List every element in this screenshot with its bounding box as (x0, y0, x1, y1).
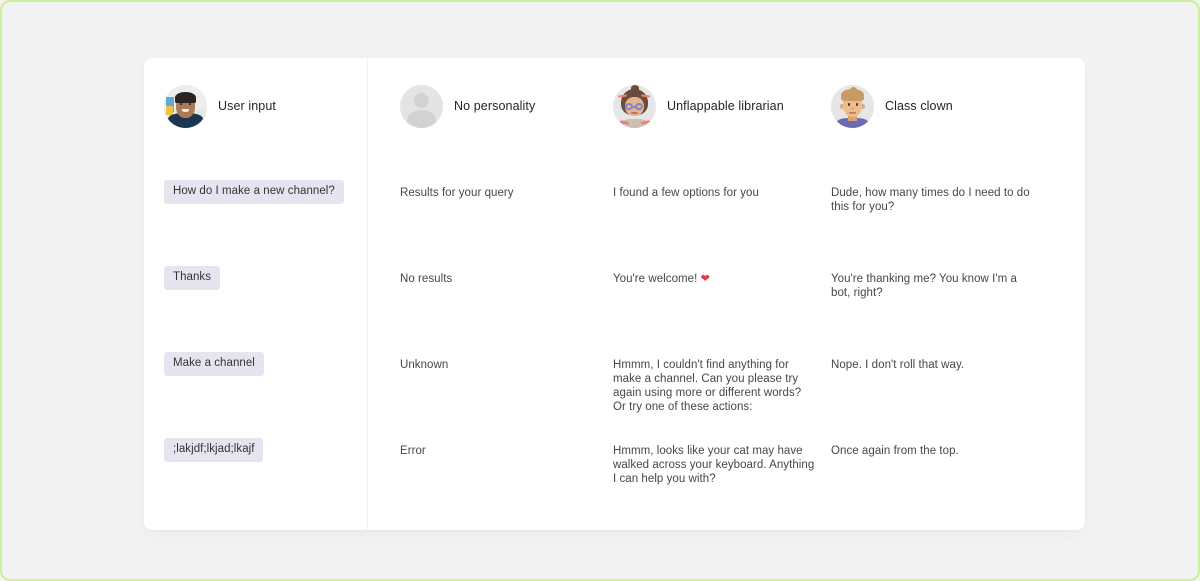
generic-person-avatar (400, 84, 443, 128)
bot-response: I found a few options for you (613, 187, 759, 199)
bot-response-text: You're welcome! (613, 273, 701, 285)
bot-response: Once again from the top. (831, 445, 959, 457)
bot-response: Nope. I don't roll that way. (831, 359, 965, 371)
bot-response: Unknown (400, 359, 449, 371)
user-photo-avatar (164, 84, 207, 128)
column-header-class-clown: Class clown (831, 83, 1040, 129)
user-message-row-4: ;lakjdf;lkjad;lkajf (164, 438, 359, 462)
column-header-no-personality: No personality (400, 83, 604, 129)
user-input-chip[interactable]: ;lakjdf;lkjad;lkajf (164, 438, 264, 462)
column-header-user-input: User input (164, 83, 361, 129)
column-header-unflappable-librarian: Unflappable librarian (613, 83, 819, 129)
column-label-class-clown: Class clown (885, 99, 953, 113)
user-message-row-1: How do I make a new channel? (164, 180, 359, 204)
column-divider (367, 58, 368, 530)
column-class-clown: Class clown Dude, how many times do I ne… (831, 58, 1046, 530)
bot-response: Error (400, 445, 426, 457)
red-heart-emoji: ❤ (700, 273, 710, 285)
column-user-input: User input How do I make a new channel? … (144, 58, 367, 530)
user-input-chip[interactable]: How do I make a new channel? (164, 180, 344, 204)
column-label-user-input: User input (218, 99, 276, 113)
bot-response: Results for your query (400, 187, 514, 199)
bot-response: You're welcome! ❤ (613, 272, 817, 286)
page-canvas: User input How do I make a new channel? … (2, 2, 1198, 579)
bot-response: Hmmm, looks like your cat may have walke… (613, 445, 815, 485)
user-message-row-3: Make a channel (164, 352, 359, 376)
user-input-chip[interactable]: Thanks (164, 266, 221, 290)
bot-response: No results (400, 273, 453, 285)
bot-response: Dude, how many times do I need to do thi… (831, 187, 1030, 213)
column-label-unflappable-librarian: Unflappable librarian (667, 99, 784, 113)
column-label-no-personality: No personality (454, 99, 536, 113)
column-unflappable-librarian: Unflappable librarian I found a few opti… (613, 58, 825, 530)
column-no-personality: No personality Results for your query No… (400, 58, 610, 530)
user-input-chip[interactable]: Make a channel (164, 352, 264, 376)
bot-response: Hmmm, I couldn't find anything for make … (613, 359, 802, 413)
comparison-card: User input How do I make a new channel? … (144, 58, 1085, 530)
user-message-row-2: Thanks (164, 266, 359, 290)
clown-avatar (831, 84, 874, 128)
bot-response: You're thanking me? You know I'm a bot, … (831, 273, 1017, 299)
librarian-avatar (613, 84, 656, 128)
